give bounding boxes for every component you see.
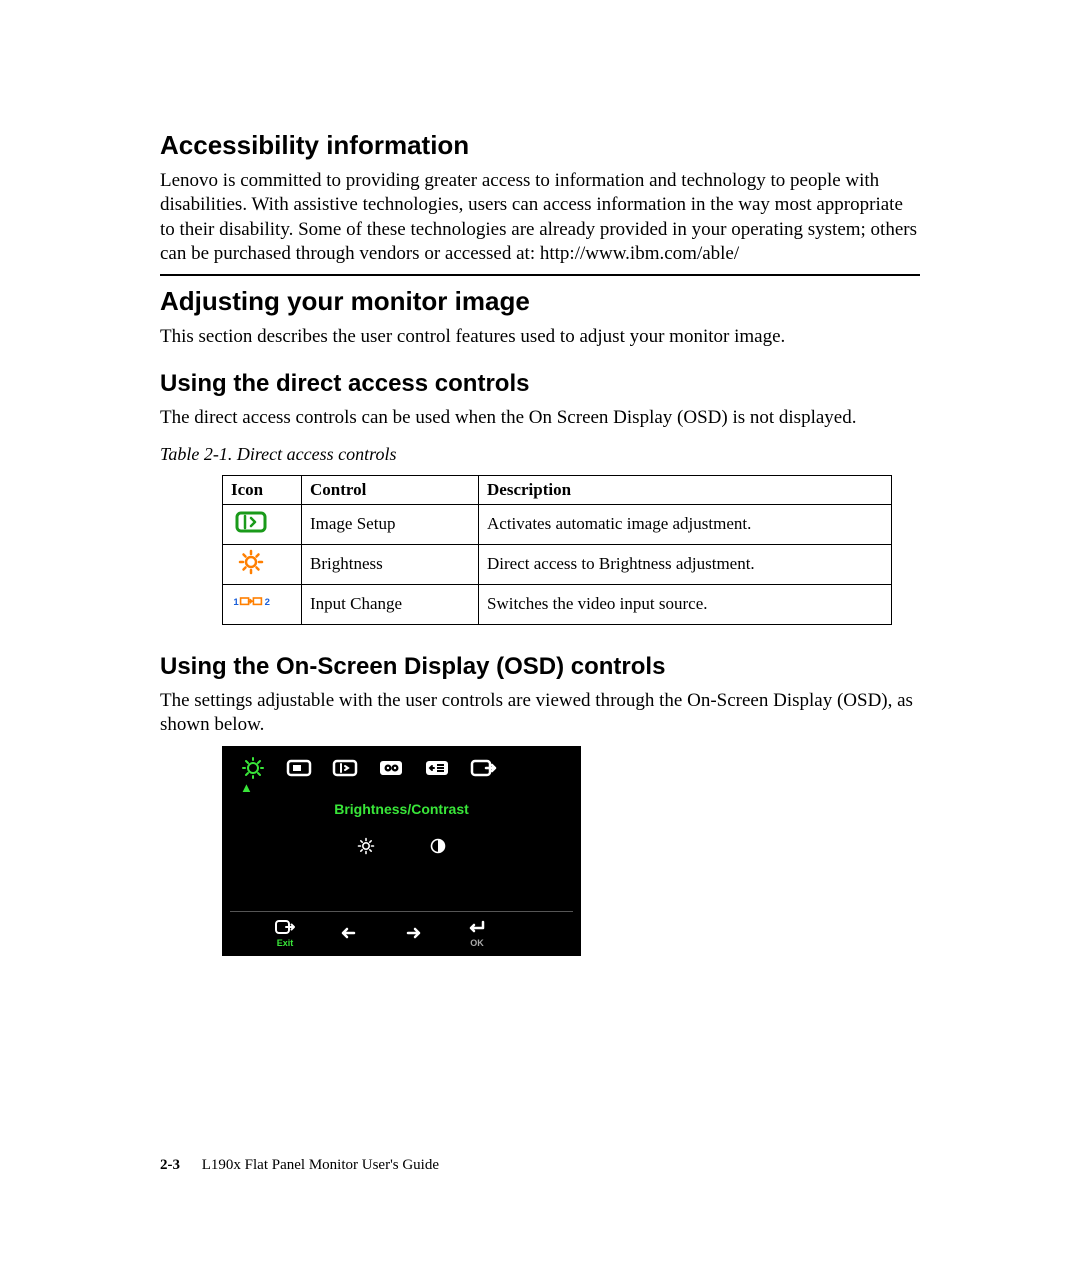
osd-caret-icon: ▲: [240, 780, 569, 795]
osd-ok-button-icon: [466, 918, 488, 936]
cell-description: Direct access to Brightness adjustment.: [479, 544, 892, 584]
cell-control: Image Setup: [302, 504, 479, 544]
osd-ok-label: OK: [470, 938, 484, 948]
osd-exit-button-icon: [274, 918, 296, 936]
table-header-description: Description: [479, 475, 892, 504]
osd-brightness-option-icon: [357, 837, 375, 855]
osd-left-arrow-icon: [338, 924, 360, 942]
cell-control: Input Change: [302, 584, 479, 624]
svg-text:1: 1: [233, 597, 239, 608]
page-footer: 2-3 L190x Flat Panel Monitor User's Guid…: [160, 1157, 439, 1174]
heading-osd: Using the On-Screen Display (OSD) contro…: [160, 653, 920, 681]
section-divider: [160, 274, 920, 276]
osd-panel: ▲ Brightness/Contrast: [222, 746, 581, 956]
heading-accessibility: Accessibility information: [160, 130, 920, 161]
svg-text:2: 2: [265, 597, 270, 608]
direct-access-table: Icon Control Description Image Setup Act…: [222, 475, 892, 625]
table-row: Image Setup Activates automatic image ad…: [223, 504, 892, 544]
table-header-icon: Icon: [223, 475, 302, 504]
osd-contrast-option-icon: [429, 837, 447, 855]
body-accessibility: Lenovo is committed to providing greater…: [160, 169, 920, 266]
heading-adjusting: Adjusting your monitor image: [160, 286, 920, 317]
osd-image-properties-tab-icon: [376, 756, 406, 780]
table-row: Brightness Direct access to Brightness a…: [223, 544, 892, 584]
page-number: 2-3: [160, 1157, 180, 1173]
osd-right-arrow-icon: [402, 924, 424, 942]
table-caption: Table 2-1. Direct access controls: [160, 444, 920, 465]
cell-description: Switches the video input source.: [479, 584, 892, 624]
body-osd: The settings adjustable with the user co…: [160, 689, 920, 738]
input-change-icon: 1 2: [231, 589, 271, 615]
cell-control: Brightness: [302, 544, 479, 584]
osd-brightness-tab-icon: [238, 756, 268, 780]
body-adjusting: This section describes the user control …: [160, 325, 920, 349]
table-header-control: Control: [302, 475, 479, 504]
osd-image-position-tab-icon: [284, 756, 314, 780]
osd-panel-label: Brightness/Contrast: [234, 801, 569, 817]
body-direct-access: The direct access controls can be used w…: [160, 406, 920, 430]
osd-exit-label: Exit: [277, 938, 294, 948]
footer-title: L190x Flat Panel Monitor User's Guide: [202, 1157, 439, 1173]
brightness-icon: [231, 549, 271, 575]
osd-exit-tab-icon: [468, 756, 498, 780]
osd-options-tab-icon: [422, 756, 452, 780]
cell-description: Activates automatic image adjustment.: [479, 504, 892, 544]
image-setup-icon: [231, 509, 271, 535]
osd-image-setup-tab-icon: [330, 756, 360, 780]
table-row: 1 2 Input Change Switches the video inpu…: [223, 584, 892, 624]
heading-direct-access: Using the direct access controls: [160, 370, 920, 398]
